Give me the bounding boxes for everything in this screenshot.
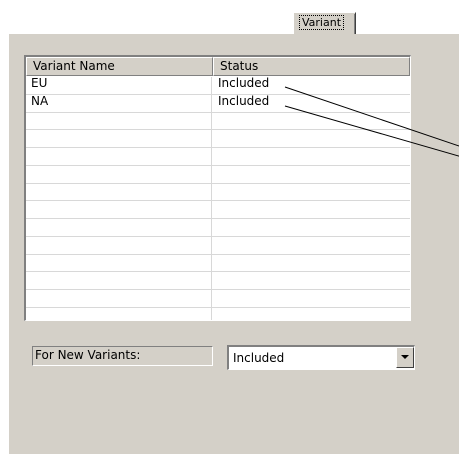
table-row[interactable] (26, 130, 410, 148)
variant-name-cell: EU (26, 77, 212, 94)
status-cell (212, 166, 410, 183)
variant-name-cell: NA (26, 94, 212, 112)
variant-name-cell (26, 183, 212, 201)
table-row[interactable]: EU Included (26, 77, 410, 95)
variant-name-cell (26, 165, 212, 183)
status-cell (212, 130, 410, 147)
table-row[interactable] (26, 236, 410, 255)
status-cell (212, 290, 410, 307)
status-cell (212, 237, 410, 254)
table-row[interactable] (26, 272, 410, 290)
table-row[interactable] (26, 219, 410, 237)
dropdown-button[interactable] (396, 347, 414, 368)
variant-name-cell (26, 272, 212, 289)
status-cell (212, 308, 410, 320)
table-row[interactable] (26, 148, 410, 166)
status-cell (212, 113, 410, 130)
table-row[interactable]: NA Included (26, 94, 410, 113)
status-cell (212, 184, 410, 201)
status-cell: Included (218, 94, 270, 108)
list-header: Variant Name Status (26, 57, 410, 76)
status-cell (212, 255, 410, 272)
chevron-down-icon (401, 355, 409, 359)
status-cell: Included (218, 77, 270, 90)
variant-name-cell (26, 130, 212, 147)
new-variants-dropdown[interactable]: Included (227, 345, 415, 370)
tab-variant-label: Variant (299, 15, 345, 30)
table-row[interactable] (26, 290, 410, 308)
status-cell (212, 272, 410, 289)
table-row[interactable] (26, 201, 410, 219)
variant-name-cell (26, 307, 212, 320)
new-variants-label: For New Variants: (32, 346, 213, 366)
column-header-variant-name[interactable]: Variant Name (26, 57, 213, 76)
table-row[interactable] (26, 183, 410, 202)
status-cell (212, 219, 410, 236)
variant-name-cell (26, 254, 212, 272)
status-cell (212, 148, 410, 165)
list-body: EU Included NA Included (26, 77, 410, 320)
table-row[interactable] (26, 112, 410, 131)
variant-name-cell (26, 236, 212, 254)
tab-variant[interactable]: Variant (293, 12, 356, 34)
new-variants-selected-value: Included (233, 351, 285, 365)
variant-name-cell (26, 148, 212, 165)
variant-name-cell (26, 201, 212, 218)
variant-name-cell (26, 290, 212, 307)
table-row[interactable] (26, 307, 410, 320)
variant-panel-view: Variant Variant Name Status EU Included NA… (0, 0, 459, 454)
table-row[interactable] (26, 254, 410, 273)
column-header-status[interactable]: Status (213, 57, 410, 76)
variant-list-view[interactable]: Variant Name Status EU Included NA Included (24, 55, 411, 321)
variant-name-cell (26, 219, 212, 236)
table-row[interactable] (26, 165, 410, 184)
status-cell (212, 201, 410, 218)
variant-name-cell (26, 112, 212, 130)
